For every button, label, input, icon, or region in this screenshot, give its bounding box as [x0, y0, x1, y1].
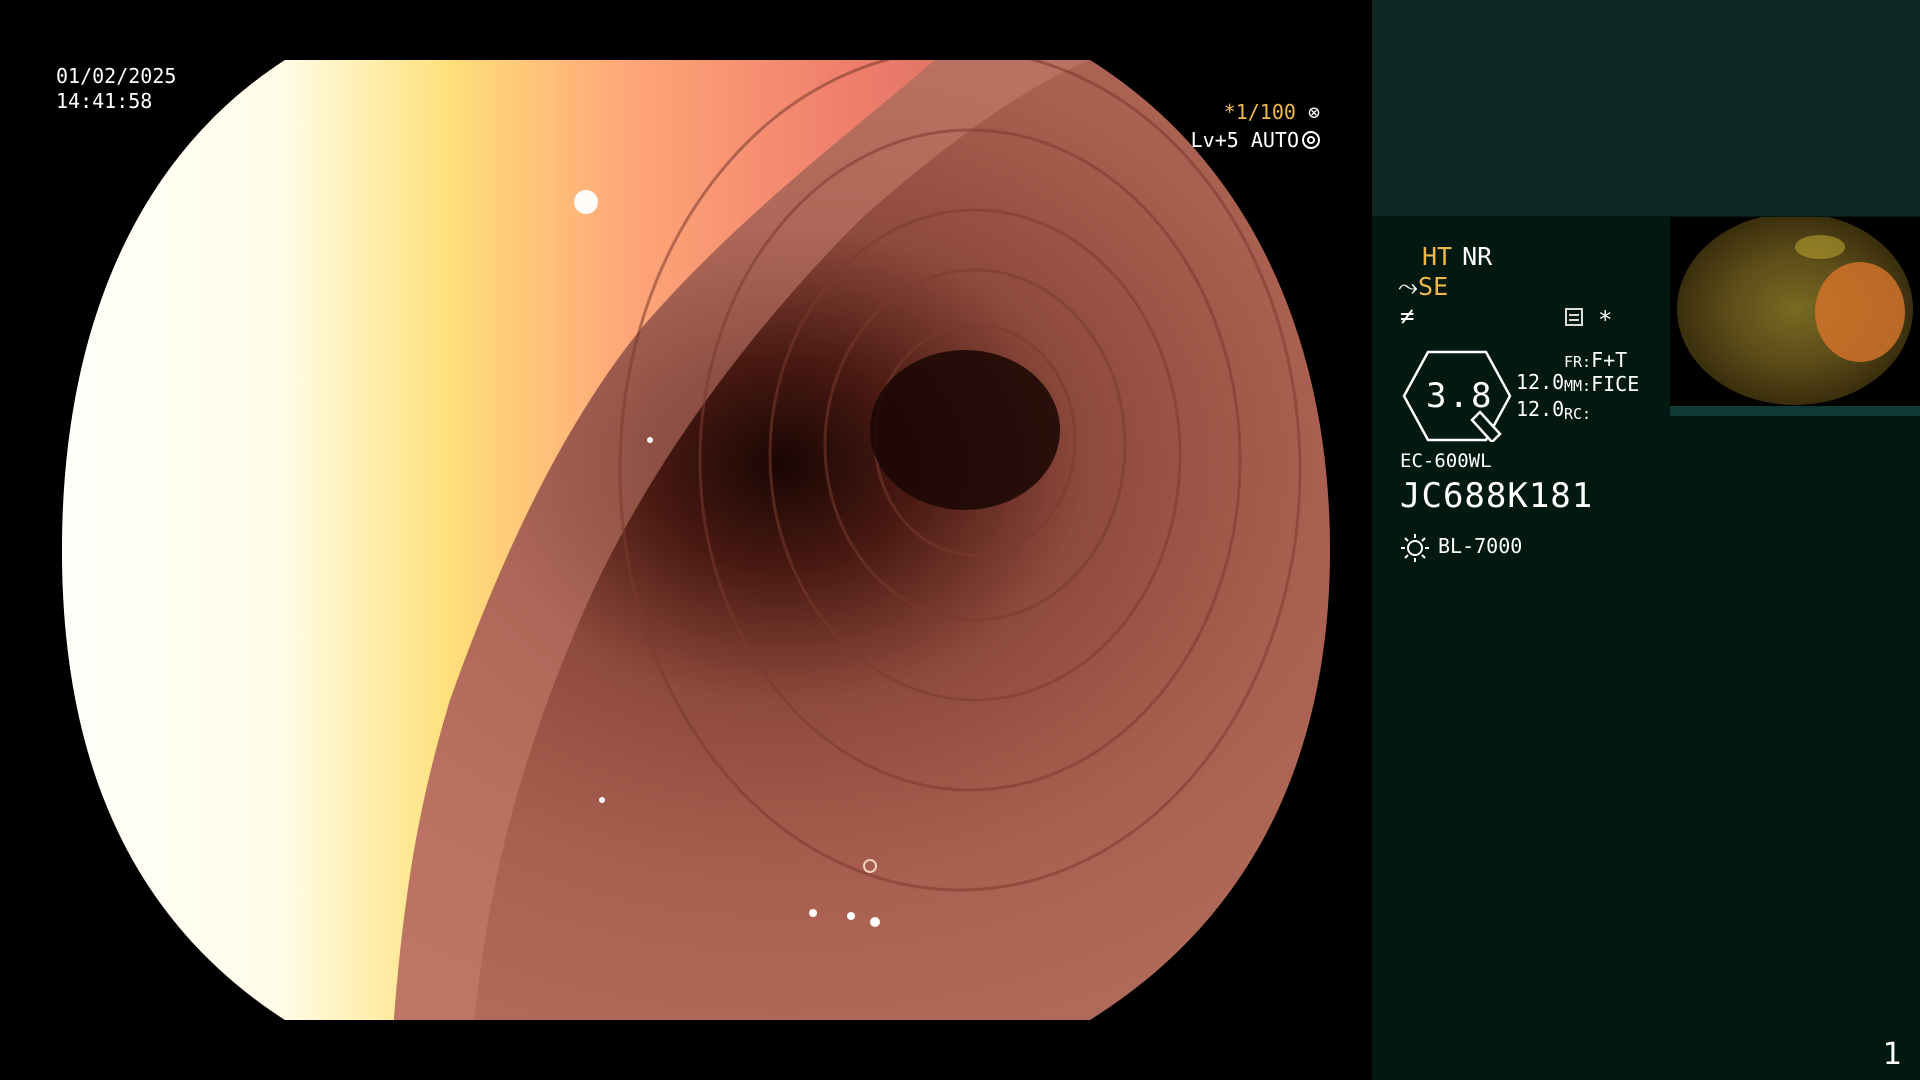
ring-icon: [1302, 131, 1320, 149]
mm-row: MM:FICE: [1564, 372, 1639, 396]
menu-box-icon: [1565, 308, 1583, 326]
panel-header-block: [1372, 0, 1920, 216]
fr-label: FR:: [1564, 353, 1592, 371]
zoom-value: 3.8: [1426, 376, 1494, 416]
mode-row-ht: HT NR: [1422, 242, 1502, 271]
thumbnail-picture: [1670, 217, 1920, 413]
page-number: 1: [1882, 1037, 1902, 1072]
not-equal-icon: ≠: [1400, 302, 1415, 330]
info-panel: HT NR ⤳SE ≠ * 3.8 12.0 12.0 FR:F+T MM:FIC…: [1372, 0, 1920, 1080]
scope-tip-icon: ⤳: [1398, 272, 1419, 301]
setting-value-1: 12.0: [1516, 370, 1565, 394]
light-level-value: Lv+5: [1190, 128, 1239, 152]
exam-date: 01/02/2025: [56, 64, 177, 88]
exam-time: 14:41:58: [56, 89, 153, 113]
nr-indicator: NR: [1462, 242, 1493, 271]
light-level: Lv+5 AUTO: [1191, 128, 1320, 152]
thumbnail-strip: [1670, 406, 1920, 416]
star-indicator: *: [1598, 306, 1613, 334]
fr-row: FR:F+T: [1564, 348, 1627, 372]
ht-indicator: HT: [1422, 242, 1453, 271]
mode-row-se: ⤳SE: [1398, 272, 1448, 302]
thumbnail-image: [1670, 217, 1920, 413]
se-indicator: SE: [1418, 272, 1449, 301]
rc-row: RC:: [1564, 400, 1591, 424]
shutter-speed: *1/100 ⊗: [1224, 100, 1320, 124]
rc-label: RC:: [1564, 405, 1592, 423]
light-source: BL-7000: [1438, 534, 1523, 558]
mm-label: MM:: [1564, 377, 1592, 395]
sun-icon: [1401, 534, 1429, 562]
setting-value-2: 12.0: [1516, 397, 1565, 421]
datetime-overlay: 01/02/2025 14:41:58: [56, 64, 176, 114]
endoscopy-view: 01/02/2025 14:41:58 *1/100 ⊗ Lv+5 AUTO: [0, 0, 1372, 1080]
scope-model: EC-600WL: [1400, 450, 1492, 472]
light-mode-value: AUTO: [1250, 128, 1299, 152]
scope-serial: JC688K181: [1400, 476, 1594, 516]
endoscopic-image: [62, 60, 1330, 1020]
aperture-icon: ⊗: [1295, 100, 1320, 124]
mm-value: FICE: [1591, 372, 1640, 396]
fr-value: F+T: [1591, 348, 1628, 372]
shutter-speed-value: *1/100: [1223, 100, 1296, 124]
